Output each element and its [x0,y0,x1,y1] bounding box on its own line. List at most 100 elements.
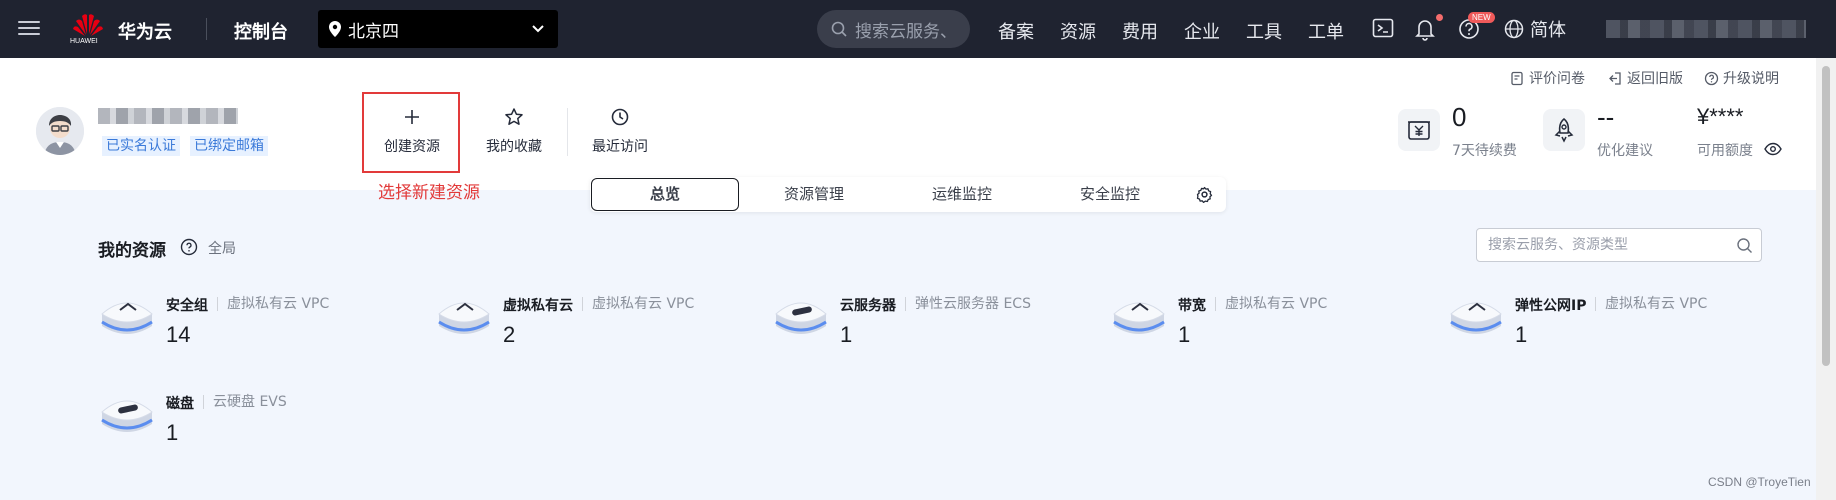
account-name-blurred[interactable] [1606,20,1806,38]
divider [206,18,207,40]
chevron-down-icon [532,25,544,33]
nav-link-billing[interactable]: 费用 [1122,18,1158,44]
resource-name[interactable]: 虚拟私有云 [503,295,573,315]
notification-dot [1436,14,1443,21]
upgrade-notes-label: 升级说明 [1723,71,1779,87]
resource-category: 虚拟私有云 VPC [217,297,329,311]
renewal-yen-icon[interactable] [1398,109,1440,151]
network-device-icon [1450,302,1502,334]
nav-link-filing[interactable]: 备案 [998,18,1034,44]
eye-icon[interactable] [1764,141,1782,157]
network-device-icon [438,302,490,334]
available-credit-label: 可用额度 [1697,143,1753,159]
survey-label: 评价问卷 [1529,71,1585,87]
rocket-icon[interactable] [1543,109,1585,151]
new-badge: NEW [1468,12,1495,23]
nav-link-tools[interactable]: 工具 [1246,18,1282,44]
nav-link-enterprise[interactable]: 企业 [1184,18,1220,44]
resource-category: 弹性云服务器 ECS [905,297,1031,311]
server-disk-icon [775,302,827,334]
scrollbar[interactable] [1816,58,1836,500]
tab-overview[interactable]: 总览 [591,178,739,211]
resource-name[interactable]: 磁盘 [166,393,194,413]
resource-count[interactable]: 1 [1178,322,1190,348]
resource-item[interactable]: 云服务器 弹性云服务器 ECS 1 [772,292,1092,352]
search-placeholder: 搜索云服务、 [855,21,957,42]
clock-icon [611,108,629,126]
tab-ops-monitoring[interactable]: 运维监控 [888,177,1036,212]
resource-search-placeholder: 搜索云服务、资源类型 [1488,237,1628,253]
tag-verified[interactable]: 已实名认证 [102,136,180,156]
renewal-label: 7天待续费 [1452,143,1517,159]
watermark: CSDN @TroyeTien [1708,475,1811,489]
survey-icon [1511,71,1523,85]
dashboard-tabs: 总览 资源管理 运维监控 安全监控 [590,177,1226,212]
resource-item[interactable]: 磁盘 云硬盘 EVS 1 [98,390,418,450]
resource-category: 虚拟私有云 VPC [582,297,694,311]
network-device-icon [101,302,153,334]
resources-title: 我的资源 [98,241,166,261]
highlight-box [362,92,460,173]
resource-count[interactable]: 1 [1515,322,1527,348]
resource-item[interactable]: 弹性公网IP 虚拟私有云 VPC 1 [1447,292,1767,352]
resource-category: 云硬盘 EVS [203,395,287,409]
return-icon [1609,71,1621,85]
resource-item[interactable]: 带宽 虚拟私有云 VPC 1 [1110,292,1430,352]
resource-category: 虚拟私有云 VPC [1215,297,1327,311]
bell-icon[interactable] [1414,16,1436,42]
console-link[interactable]: 控制台 [234,18,288,44]
available-credit-value[interactable]: ¥**** [1697,104,1743,130]
resource-count[interactable]: 14 [166,322,190,348]
menu-icon[interactable] [18,17,40,39]
gear-icon[interactable] [1196,186,1213,203]
resource-category: 虚拟私有云 VPC [1595,297,1707,311]
globe-icon [1504,19,1524,39]
search-icon [1737,238,1752,253]
resource-count[interactable]: 2 [503,322,515,348]
favorites-label: 我的收藏 [486,139,542,155]
upgrade-notes-link[interactable]: 升级说明 [1704,68,1779,88]
old-version-link[interactable]: 返回旧版 [1608,68,1683,88]
location-pin-icon [329,21,341,37]
resources-scope[interactable]: 全局 [208,238,236,258]
language-switch[interactable]: 简体 [1504,16,1566,42]
survey-link[interactable]: 评价问卷 [1510,68,1585,88]
resource-name[interactable]: 带宽 [1178,295,1206,315]
tab-resource-management[interactable]: 资源管理 [740,177,888,212]
tab-security-monitoring[interactable]: 安全监控 [1036,177,1184,212]
resource-item[interactable]: 安全组 虚拟私有云 VPC 14 [98,292,418,352]
region-value: 北京四 [348,21,399,42]
favorites-button[interactable]: 我的收藏 [474,104,554,156]
resource-name[interactable]: 安全组 [166,295,208,315]
resource-search-input[interactable]: 搜索云服务、资源类型 [1476,228,1762,262]
avatar[interactable] [36,107,84,155]
top-nav: HUAWEI 华为云 控制台 北京四 搜索云服务、 备案 资源 费用 企业 工具… [0,0,1836,58]
help-circle-icon[interactable] [180,238,198,256]
scrollbar-thumb[interactable] [1822,66,1830,366]
resource-count[interactable]: 1 [840,322,852,348]
network-device-icon [1113,302,1165,334]
nav-link-resources[interactable]: 资源 [1060,18,1096,44]
resource-count[interactable]: 1 [166,420,178,446]
old-version-label: 返回旧版 [1627,71,1683,87]
resource-name[interactable]: 弹性公网IP [1515,295,1586,315]
language-label: 简体 [1530,20,1566,41]
recent-visits-label: 最近访问 [592,139,648,155]
nav-link-tickets[interactable]: 工单 [1308,18,1344,44]
server-disk-icon [101,400,153,432]
recent-visits-button[interactable]: 最近访问 [580,104,660,156]
optimization-value[interactable]: -- [1597,102,1614,133]
user-avatar-icon [36,107,84,155]
renewal-count[interactable]: 0 [1452,102,1466,133]
resource-item[interactable]: 虚拟私有云 虚拟私有云 VPC 2 [435,292,755,352]
global-search[interactable]: 搜索云服务、 [817,10,970,48]
brand-name[interactable]: 华为云 [118,18,172,44]
tag-email-bound[interactable]: 已绑定邮箱 [190,136,268,156]
question-circle-icon [1704,71,1719,85]
terminal-icon[interactable] [1372,16,1394,40]
divider [567,108,568,156]
region-select[interactable]: 北京四 [318,10,558,48]
resource-name[interactable]: 云服务器 [840,295,896,315]
optimization-label: 优化建议 [1597,143,1653,159]
search-icon [831,21,847,37]
